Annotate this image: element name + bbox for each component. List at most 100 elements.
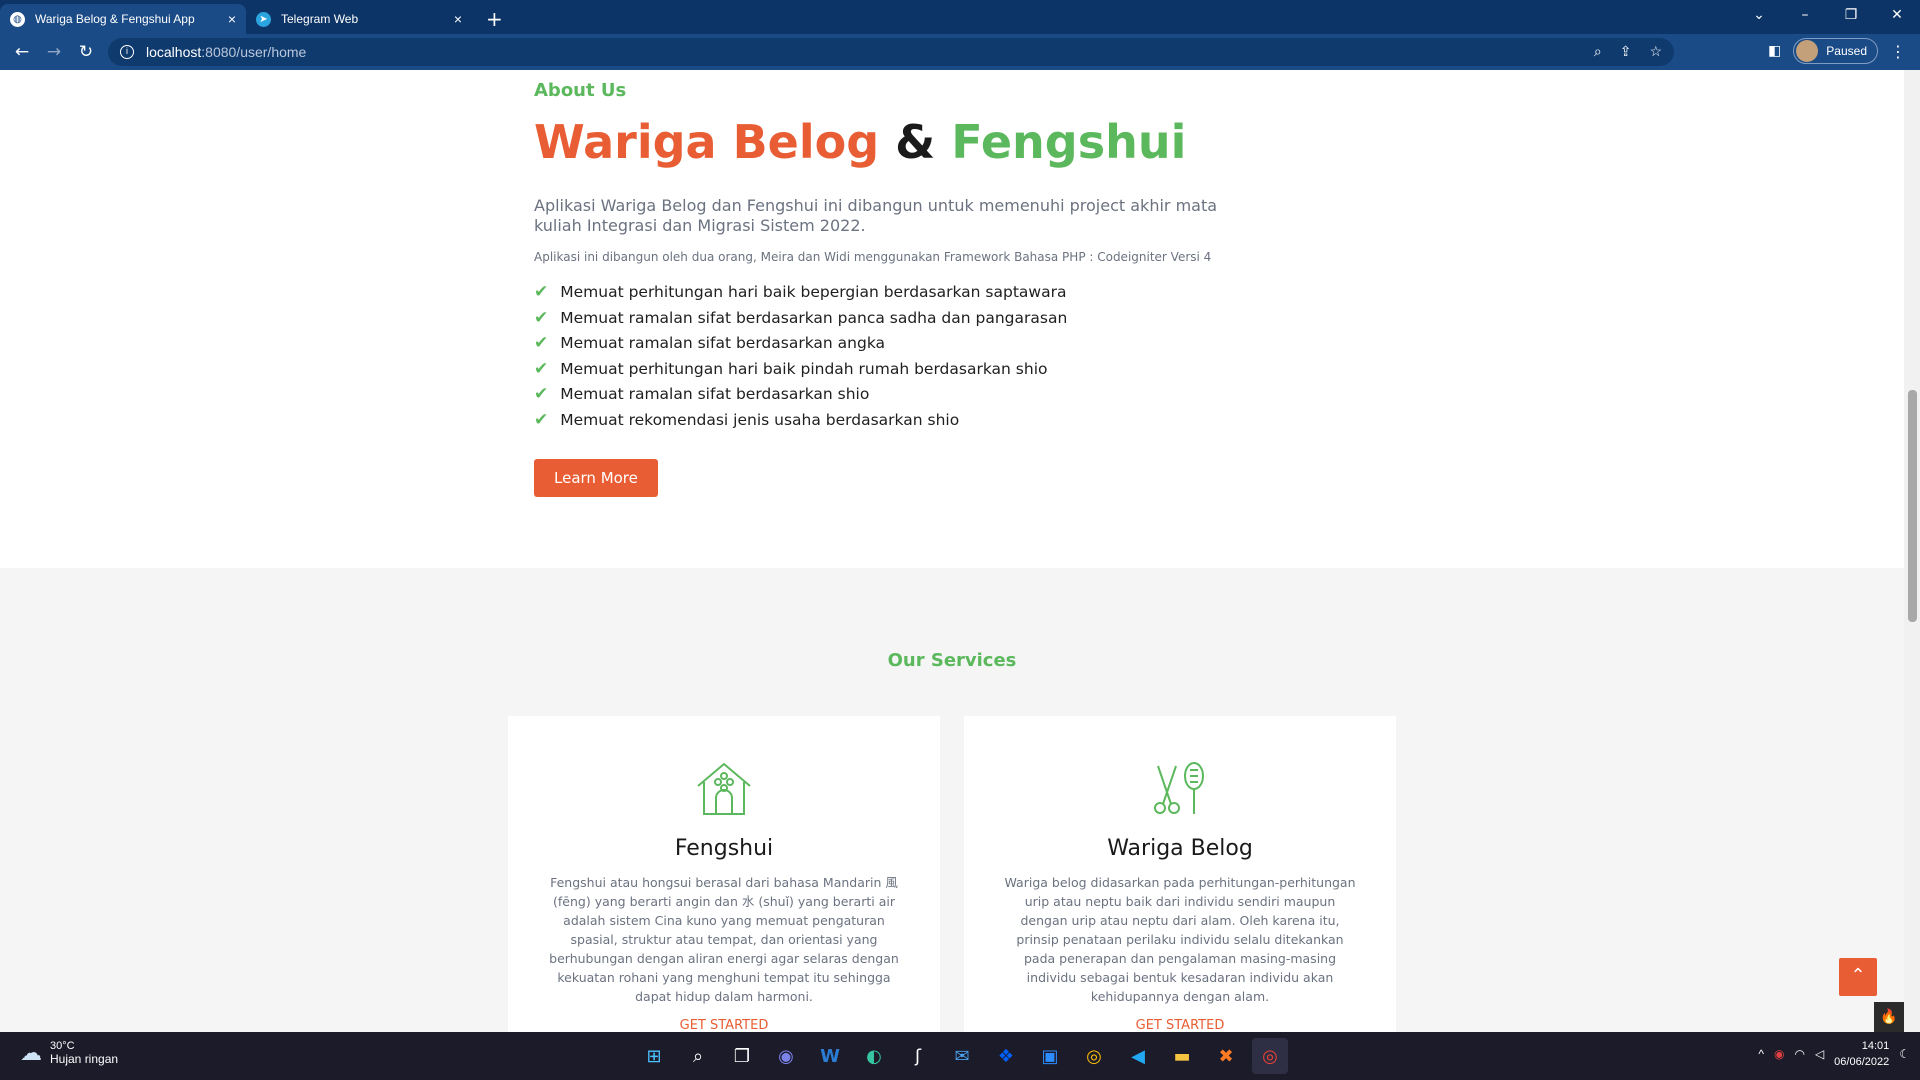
page-title: Wariga Belog & Fengshui	[534, 117, 1234, 168]
volume-icon[interactable]: ◁	[1815, 1047, 1824, 1061]
windows-taskbar: ☁ 30°C Hujan ringan ⊞ ⌕ ❐ ◉ W ◐ ʃ ✉ ❖ ▣ …	[0, 1032, 1920, 1080]
sublime-icon[interactable]: ʃ	[900, 1038, 936, 1074]
weather-desc: Hujan ringan	[50, 1052, 119, 1066]
get-started-link[interactable]: GET STARTED	[508, 1018, 940, 1032]
feature-text: Memuat ramalan sifat berdasarkan shio	[560, 385, 870, 404]
side-panel-icon[interactable]: ◧	[1768, 43, 1781, 59]
flame-icon[interactable]: 🔥	[1874, 1002, 1904, 1032]
service-title: Wariga Belog	[1107, 836, 1253, 861]
toolbar-right: ◧ Paused ⋮	[1768, 38, 1920, 64]
list-item: ✔ Memuat rekomendasi jenis usaha berdasar…	[534, 407, 1234, 433]
zoom-icon[interactable]: ⌕	[1594, 43, 1602, 60]
check-double-icon: ✔	[534, 358, 549, 379]
chrome-active-icon[interactable]: ◎	[1252, 1038, 1288, 1074]
omnibox-actions: ⌕ ⇪ ☆	[1594, 43, 1662, 60]
url-host: localhost	[146, 44, 202, 60]
list-item: ✔ Memuat ramalan sifat berdasarkan panca …	[534, 305, 1234, 331]
feature-text: Memuat ramalan sifat berdasarkan panca s…	[560, 308, 1068, 327]
scrollbar-thumb[interactable]	[1908, 390, 1917, 622]
menu-kebab-icon[interactable]: ⋮	[1890, 42, 1906, 61]
check-double-icon: ✔	[534, 384, 549, 405]
telegram-icon: ➤	[256, 11, 271, 27]
tray-overflow-icon[interactable]: ^	[1758, 1047, 1764, 1061]
clock-date: 06/06/2022	[1834, 1056, 1890, 1068]
scissors-brush-icon	[964, 758, 1396, 818]
taskbar-apps: ⊞ ⌕ ❐ ◉ W ◐ ʃ ✉ ❖ ▣ ◎ ◀ ▬ ✖ ◎	[636, 1038, 1288, 1074]
close-window-button[interactable]: ✕	[1874, 0, 1920, 30]
list-item: ✔ Memuat ramalan sifat berdasarkan angka	[534, 331, 1234, 357]
xampp-icon[interactable]: ✖	[1208, 1038, 1244, 1074]
new-tab-button[interactable]: +	[486, 4, 503, 34]
task-view-icon[interactable]: ❐	[724, 1038, 760, 1074]
share-icon[interactable]: ⇪	[1620, 43, 1632, 60]
list-item: ✔ Memuat perhitungan hari baik pindah rum…	[534, 356, 1234, 382]
tab-title: Wariga Belog & Fengshui App	[35, 12, 195, 26]
title-wariga: Wariga Belog	[534, 115, 880, 169]
clock-time: 14:01	[1861, 1040, 1890, 1052]
address-bar[interactable]: i localhost:8080/user/home ⌕ ⇪ ☆	[108, 38, 1674, 66]
check-double-icon: ✔	[534, 409, 549, 430]
feature-text: Memuat perhitungan hari baik bepergian b…	[560, 283, 1067, 302]
back-to-top-button[interactable]: ⌃	[1839, 958, 1877, 996]
profile-status: Paused	[1826, 44, 1867, 58]
tab-search-icon[interactable]: ⌄	[1736, 0, 1782, 30]
about-lead: Aplikasi Wariga Belog dan Fengshui ini d…	[534, 195, 1218, 235]
title-fengshui: Fengshui	[951, 115, 1187, 169]
profile-button[interactable]: Paused	[1793, 38, 1878, 64]
browser-toolbar: ← → ↻ i localhost:8080/user/home ⌕ ⇪ ☆ ◧…	[0, 34, 1920, 70]
close-tab-icon[interactable]: ×	[228, 11, 236, 27]
feature-text: Memuat perhitungan hari baik pindah ruma…	[560, 359, 1048, 378]
service-title: Fengshui	[674, 836, 774, 861]
feature-list: ✔ Memuat perhitungan hari baik bepergian …	[534, 280, 1234, 433]
edge-icon[interactable]: ◐	[856, 1038, 892, 1074]
teams-chat-icon[interactable]: ◉	[768, 1038, 804, 1074]
cloud-rain-icon: ☁	[20, 1040, 42, 1065]
learn-more-button[interactable]: Learn More	[534, 458, 658, 497]
bookmark-star-icon[interactable]: ☆	[1649, 43, 1662, 60]
check-double-icon: ✔	[534, 307, 549, 328]
chrome-icon[interactable]: ◎	[1076, 1038, 1112, 1074]
globe-icon: ◍	[10, 11, 25, 27]
service-description: Fengshui atau hongsui berasal dari bahas…	[549, 875, 899, 1004]
feature-text: Memuat rekomendasi jenis usaha berdasark…	[560, 410, 960, 429]
word-icon[interactable]: W	[812, 1038, 848, 1074]
mail-icon[interactable]: ✉	[944, 1038, 980, 1074]
about-eyebrow: About Us	[534, 80, 627, 101]
search-icon[interactable]: ⌕	[680, 1038, 716, 1074]
service-card-fengshui: Fengshui Fengshui atau hongsui berasal d…	[508, 716, 940, 1032]
avatar	[1796, 40, 1819, 62]
back-icon[interactable]: ←	[6, 42, 38, 62]
services-title: Our Services	[887, 650, 1017, 671]
services-section: Our Services Fengshui Fengshui atau hong…	[0, 568, 1904, 1032]
forward-icon[interactable]: →	[38, 42, 70, 62]
tab-wariga-belog[interactable]: ◍ Wariga Belog & Fengshui App ×	[0, 4, 246, 34]
notifications-icon[interactable]: ☾	[1899, 1047, 1910, 1061]
list-item: ✔ Memuat perhitungan hari baik bepergian …	[534, 280, 1234, 306]
zoom-app-icon[interactable]: ▣	[1032, 1038, 1068, 1074]
dropbox-icon[interactable]: ❖	[988, 1038, 1024, 1074]
system-tray: ^ ◉ ◠ ◁ 14:01 06/06/2022 ☾	[1758, 1038, 1910, 1070]
about-section: About Us Wariga Belog & Fengshui Aplikas…	[534, 80, 1234, 497]
restore-button[interactable]: ❐	[1828, 0, 1874, 30]
list-item: ✔ Memuat ramalan sifat berdasarkan shio	[534, 382, 1234, 408]
windows-start-icon[interactable]: ⊞	[636, 1038, 672, 1074]
title-ampersand: &	[895, 115, 936, 169]
page-viewport: About Us Wariga Belog & Fengshui Aplikas…	[0, 70, 1904, 1032]
clock[interactable]: 14:01 06/06/2022	[1834, 1038, 1889, 1070]
wifi-icon[interactable]: ◠	[1794, 1047, 1804, 1061]
service-card-wariga-belog: Wariga Belog Wariga belog didasarkan pad…	[964, 716, 1396, 1032]
minimize-button[interactable]: –	[1782, 0, 1828, 30]
page-scrollbar[interactable]	[1904, 70, 1920, 1032]
check-double-icon: ✔	[534, 333, 549, 354]
weather-widget[interactable]: ☁ 30°C Hujan ringan	[20, 1040, 118, 1066]
network-alert-icon[interactable]: ◉	[1774, 1047, 1784, 1061]
weather-temp: 30°C	[50, 1040, 75, 1052]
file-explorer-icon[interactable]: ▬	[1164, 1038, 1200, 1074]
vscode-icon[interactable]: ◀	[1120, 1038, 1156, 1074]
close-tab-icon[interactable]: ×	[454, 11, 462, 27]
check-double-icon: ✔	[534, 282, 549, 303]
get-started-link[interactable]: GET STARTED	[964, 1018, 1396, 1032]
tab-telegram-web[interactable]: ➤ Telegram Web ×	[246, 4, 472, 34]
reload-icon[interactable]: ↻	[70, 42, 102, 62]
site-info-icon[interactable]: i	[120, 45, 134, 59]
